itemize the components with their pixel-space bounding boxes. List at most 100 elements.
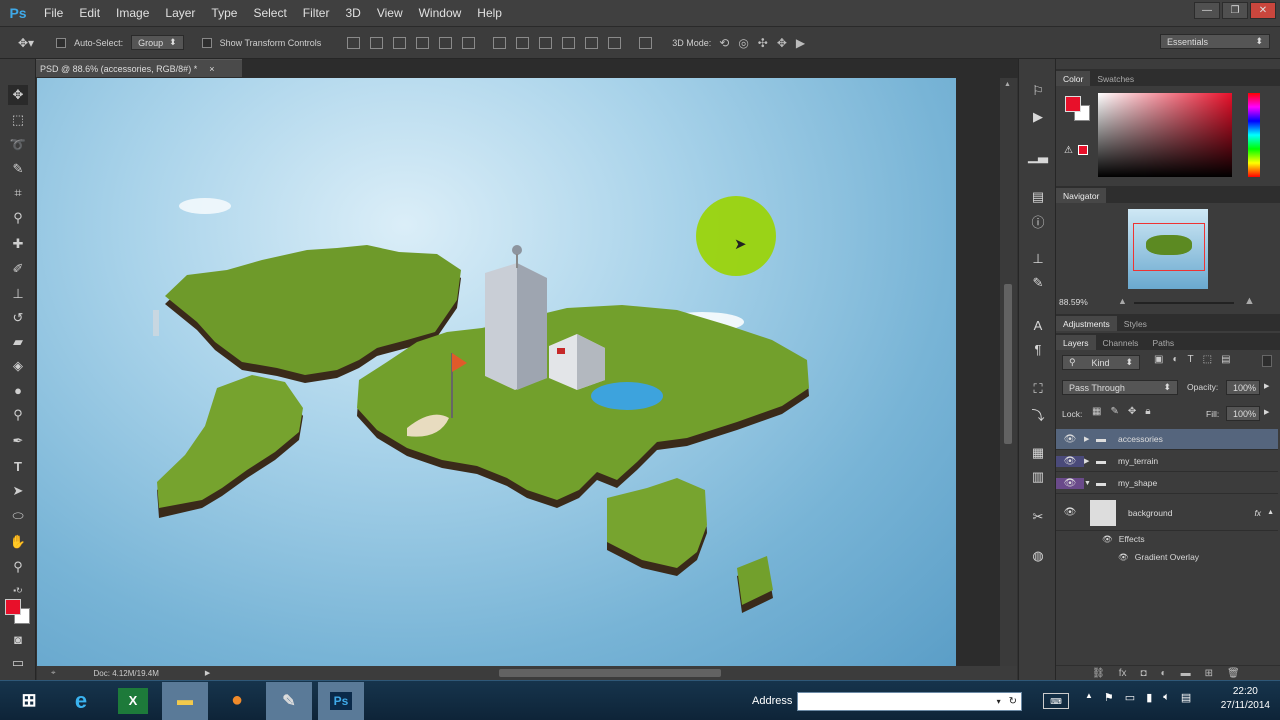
navigator-thumbnail[interactable] [1128, 209, 1208, 289]
scroll-up-arrow-icon[interactable]: ▲ [1004, 81, 1011, 88]
layer-row-my-terrain[interactable]: 👁︎ ▶ ▬ my_terrain [1056, 451, 1278, 472]
taskbar-clock[interactable]: 22:20 27/11/2014 [1221, 685, 1270, 713]
move-tool-icon[interactable]: ✥▾ [18, 36, 34, 50]
action-center-flag-icon[interactable]: ⚑ [1104, 691, 1114, 704]
paint-bucket-tool-icon[interactable]: ◈ [8, 356, 28, 376]
filter-pixel-icon[interactable]: ▣ [1154, 354, 1163, 365]
align-left-icon[interactable] [416, 36, 430, 49]
effects-arrow-icon[interactable]: ▲ [1267, 509, 1274, 516]
new-group-icon[interactable]: ▬ [1181, 668, 1191, 679]
auto-select-checkbox[interactable] [56, 37, 67, 48]
eyedropper-tool-icon[interactable]: ⚲ [8, 208, 28, 228]
auto-align-icon[interactable] [639, 36, 653, 49]
lock-position-icon[interactable]: ✥ [1128, 406, 1136, 417]
3d-slide-icon[interactable]: ✥ [777, 36, 787, 50]
filter-adjustment-icon[interactable]: ◐ [1172, 354, 1178, 365]
character-panel-icon[interactable]: A [1028, 315, 1048, 335]
menu-file[interactable]: File [36, 6, 71, 20]
network-icon[interactable]: ▮ [1146, 691, 1152, 704]
distribute-top-icon[interactable] [493, 36, 507, 49]
hand-tool-icon[interactable]: ✋ [8, 532, 28, 552]
menu-filter[interactable]: Filter [295, 6, 338, 20]
filter-smart-object-icon[interactable]: ▤ [1221, 354, 1230, 365]
lock-all-icon[interactable]: 🔒︎ [1145, 406, 1150, 417]
gamut-swatch[interactable] [1078, 145, 1088, 155]
workspace-dropdown[interactable]: Essentials ⬍ [1160, 34, 1270, 49]
vertical-scroll-thumb[interactable] [1004, 284, 1012, 444]
menu-window[interactable]: Window [411, 6, 470, 20]
effect-gradient-overlay-row[interactable]: 👁︎ Gradient Overlay [1118, 552, 1199, 563]
filter-shape-icon[interactable]: ⬚ [1203, 354, 1212, 365]
path-select-tool-icon[interactable]: ➤ [8, 481, 28, 501]
internet-explorer-icon[interactable]: e [58, 682, 104, 720]
quick-mask-icon[interactable]: ◙ [8, 629, 28, 649]
address-dropdown-icon[interactable]: ▾ [997, 697, 1001, 706]
expand-arrow-icon[interactable]: ▶ [1084, 457, 1096, 465]
tab-layers[interactable]: Layers [1056, 335, 1096, 350]
status-arrow-icon[interactable]: ▶ [205, 669, 210, 677]
tray-up-arrow-icon[interactable]: ▲ [1085, 691, 1093, 704]
screen-mode-icon[interactable]: ▭ [8, 653, 28, 673]
foreground-color-swatch[interactable] [5, 599, 21, 615]
document-canvas[interactable]: ➤ [37, 78, 956, 666]
auto-select-dropdown[interactable]: Group ⬍ [131, 35, 184, 50]
layer-row-accessories[interactable]: 👁︎ ▶ ▬ accessories [1056, 429, 1278, 450]
opacity-arrow-icon[interactable]: ▶ [1264, 382, 1269, 390]
hue-slider[interactable] [1248, 93, 1260, 177]
properties-icon[interactable]: ⛶ [1028, 379, 1048, 399]
file-explorer-icon[interactable]: ▬ [162, 681, 208, 720]
new-adjustment-icon[interactable]: ◐ [1161, 668, 1167, 679]
eraser-tool-icon[interactable]: ▰ [8, 332, 28, 352]
delete-layer-icon[interactable]: 🗑︎ [1227, 668, 1240, 679]
fill-arrow-icon[interactable]: ▶ [1264, 408, 1269, 416]
3d-roll-icon[interactable]: ◎ [738, 36, 748, 50]
layer-comps-icon[interactable]: ▦ [1028, 443, 1048, 463]
history-panel-icon[interactable]: ⚐ [1028, 81, 1048, 101]
distribute-right-icon[interactable] [608, 36, 622, 49]
close-button[interactable]: ✕ [1250, 2, 1276, 19]
document-tab[interactable]: PSD @ 88.6% (accessories, RGB/8#) * × [36, 59, 242, 77]
quick-select-tool-icon[interactable]: ✎ [8, 159, 28, 179]
blur-tool-icon[interactable]: ● [8, 380, 28, 400]
lasso-tool-icon[interactable]: ➰ [8, 135, 28, 155]
healing-brush-tool-icon[interactable]: ✚ [8, 234, 28, 254]
lock-pixels-icon[interactable]: ✎ [1110, 406, 1118, 417]
tool-presets-icon[interactable]: ✎ [1028, 273, 1048, 293]
timeline-icon[interactable]: ⤵ [1028, 404, 1048, 424]
3d-panel-icon[interactable]: ◍ [1028, 546, 1048, 566]
tab-swatches[interactable]: Swatches [1090, 71, 1141, 86]
visibility-eye-icon[interactable]: 👁︎ [1056, 507, 1084, 518]
distribute-left-icon[interactable] [562, 36, 576, 49]
show-transform-checkbox[interactable] [201, 37, 212, 48]
tab-adjustments[interactable]: Adjustments [1056, 316, 1117, 331]
color-panel-fg-swatch[interactable] [1065, 96, 1081, 112]
excel-icon[interactable]: X [118, 687, 148, 714]
zoom-out-icon[interactable]: ▲ [1118, 296, 1127, 306]
add-style-icon[interactable]: fx [1119, 668, 1127, 679]
horizontal-scroll-thumb[interactable] [499, 669, 721, 677]
windows-start-icon[interactable]: ⊞ [6, 682, 52, 720]
distribute-bottom-icon[interactable] [539, 36, 553, 49]
history-brush-tool-icon[interactable]: ↺ [8, 308, 28, 328]
new-layer-icon[interactable]: ⊞ [1205, 668, 1213, 679]
expand-arrow-icon[interactable]: ▶ [1084, 435, 1096, 443]
3d-rotate-icon[interactable]: ⟲ [719, 36, 729, 50]
restore-button[interactable]: ❐ [1222, 2, 1248, 19]
navigator-zoom-slider[interactable] [1134, 302, 1234, 304]
color-field[interactable] [1098, 93, 1232, 177]
paragraph-panel-icon[interactable]: ¶ [1028, 339, 1048, 359]
tab-paths[interactable]: Paths [1145, 335, 1181, 350]
tools-cross-icon[interactable]: ✂ [1028, 507, 1048, 527]
photoshop-taskbar-icon[interactable]: Ps [318, 681, 364, 720]
layer-name[interactable]: background [1128, 508, 1254, 518]
align-right-icon[interactable] [462, 36, 476, 49]
menu-edit[interactable]: Edit [71, 6, 108, 20]
pen-tool-icon[interactable]: ✒ [8, 431, 28, 451]
collapse-arrow-icon[interactable]: ▼ [1084, 480, 1096, 487]
default-colors-icon[interactable]: ▪↻ [8, 580, 28, 600]
ellipse-tool-icon[interactable]: ⬭ [8, 506, 28, 526]
layer-name[interactable]: my_terrain [1118, 456, 1158, 466]
menu-type[interactable]: Type [203, 6, 245, 20]
visibility-eye-icon[interactable]: 👁︎ [1056, 477, 1084, 489]
vertical-scrollbar[interactable]: ▲ [1000, 78, 1017, 666]
